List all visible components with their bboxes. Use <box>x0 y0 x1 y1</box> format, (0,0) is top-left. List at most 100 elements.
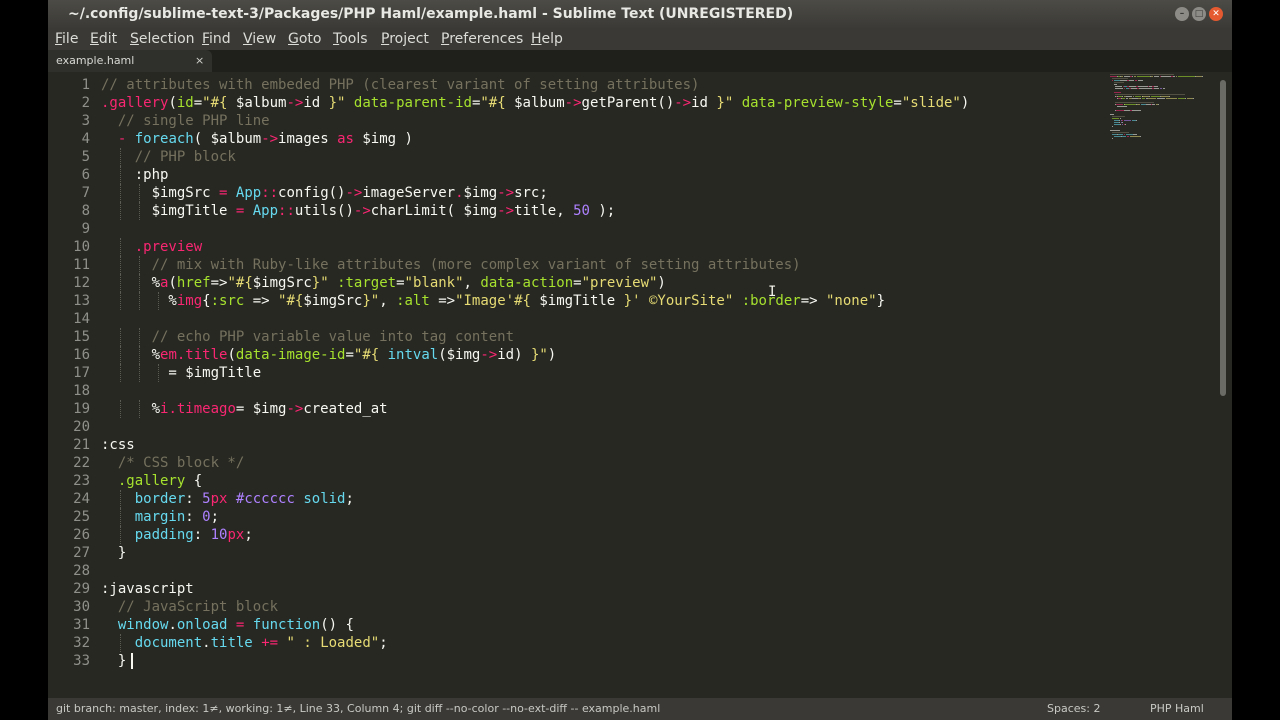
code-line[interactable]: // single PHP line <box>101 112 270 130</box>
menu-bar: File Edit Selection Find View Goto Tools… <box>48 28 1232 50</box>
code-line[interactable]: border: 5px #cccccc solid; <box>101 490 354 508</box>
line-number[interactable]: 29 <box>48 580 90 598</box>
line-number[interactable]: 4 <box>48 130 90 148</box>
code-line[interactable]: %em.title(data-image-id="#{ intval($img-… <box>101 346 557 364</box>
code-line[interactable]: // attributes with embeded PHP (clearest… <box>101 76 699 94</box>
code-line[interactable]: = $imgTitle <box>101 364 261 382</box>
line-number[interactable]: 30 <box>48 598 90 616</box>
menu-tools[interactable]: Tools <box>333 28 368 50</box>
code-line[interactable]: $imgSrc = App::config()->imageServer.$im… <box>101 184 548 202</box>
line-number[interactable]: 23 <box>48 472 90 490</box>
line-number[interactable]: 12 <box>48 274 90 292</box>
indent-guide <box>157 364 159 382</box>
code-token: :: <box>261 185 279 201</box>
line-number[interactable]: 14 <box>48 310 90 328</box>
title-bar[interactable]: ~/.config/sublime-text-3/Packages/PHP Ha… <box>48 0 1232 28</box>
line-number[interactable]: 32 <box>48 634 90 652</box>
code-line[interactable]: document.title += " : Loaded"; <box>101 634 388 652</box>
code-line[interactable]: :javascript <box>101 580 194 598</box>
menu-edit[interactable]: Edit <box>90 28 117 50</box>
code-line[interactable]: .gallery(id="#{ $album->id }" data-paren… <box>101 94 969 112</box>
line-number[interactable]: 13 <box>48 292 90 310</box>
menu-view[interactable]: View <box>243 28 276 50</box>
line-number[interactable]: 25 <box>48 508 90 526</box>
code-line[interactable]: padding: 10px; <box>101 526 253 544</box>
line-number[interactable]: 21 <box>48 436 90 454</box>
code-token: $imgSrc <box>252 275 312 291</box>
code-token: charLimit( $img <box>370 203 498 219</box>
minimap-line <box>1128 80 1135 81</box>
code-line[interactable]: /* CSS block */ <box>101 454 244 472</box>
line-number[interactable]: 27 <box>48 544 90 562</box>
code-token: .gallery <box>101 95 169 111</box>
minimap-line <box>1111 132 1129 133</box>
tab-example-haml[interactable]: example.haml × <box>48 50 212 72</box>
line-number[interactable]: 22 <box>48 454 90 472</box>
code-token: id <box>691 95 717 111</box>
minimize-button[interactable]: – <box>1175 7 1189 21</box>
code-line[interactable]: } <box>101 652 126 670</box>
minimap-line <box>1131 110 1141 111</box>
code-line[interactable]: .gallery { <box>101 472 202 490</box>
line-number[interactable]: 9 <box>48 220 90 238</box>
code-token: foreach <box>134 131 194 147</box>
status-indentation[interactable]: Spaces: 2 <box>1047 698 1100 720</box>
line-number[interactable]: 15 <box>48 328 90 346</box>
line-number[interactable]: 18 <box>48 382 90 400</box>
code-token: }' ©YourSite" <box>623 293 734 309</box>
maximize-button[interactable]: □ <box>1192 7 1206 21</box>
menu-help[interactable]: Help <box>531 28 563 50</box>
code-line[interactable]: window.onload = function() { <box>101 616 354 634</box>
line-number[interactable]: 20 <box>48 418 90 436</box>
code-line[interactable]: %i.timeago= $img->created_at <box>101 400 388 418</box>
line-number[interactable]: 6 <box>48 166 90 184</box>
code-line[interactable]: $imgTitle = App::utils()->charLimit( $im… <box>101 202 616 220</box>
line-number[interactable]: 5 <box>48 148 90 166</box>
menu-goto[interactable]: Goto <box>288 28 321 50</box>
line-number[interactable]: 8 <box>48 202 90 220</box>
code-line[interactable]: %a(href=>"#{$imgSrc}" :target="blank", d… <box>101 274 666 292</box>
tab-label: example.haml <box>56 54 135 67</box>
minimap-line <box>1110 74 1174 75</box>
tab-close-icon[interactable]: × <box>195 50 204 72</box>
code-line[interactable]: :php <box>101 166 169 184</box>
code-line[interactable]: // PHP block <box>101 148 236 166</box>
code-editor[interactable]: // attributes with embeded PHP (clearest… <box>101 76 1141 696</box>
menu-find[interactable]: Find <box>202 28 231 50</box>
line-number[interactable]: 16 <box>48 346 90 364</box>
code-line[interactable]: .preview <box>101 238 202 256</box>
code-token: { <box>185 473 203 489</box>
line-number[interactable]: 2 <box>48 94 90 112</box>
line-number[interactable]: 26 <box>48 526 90 544</box>
status-syntax[interactable]: PHP Haml <box>1150 698 1204 720</box>
line-number[interactable]: 7 <box>48 184 90 202</box>
code-line[interactable]: } <box>101 544 126 562</box>
code-line[interactable]: // JavaScript block <box>101 598 278 616</box>
line-number[interactable]: 17 <box>48 364 90 382</box>
close-button[interactable]: ✕ <box>1209 7 1223 21</box>
code-token: => <box>800 293 826 309</box>
code-line[interactable]: - foreach( $album->images as $img ) <box>101 130 413 148</box>
code-line[interactable]: // echo PHP variable value into tag cont… <box>101 328 514 346</box>
line-number-gutter[interactable]: 1 2 3 4 5 6 7 8 9 10 11 12 13 14 15 16 17 18 19 20 21 22 23 24 2… <box>48 76 90 696</box>
line-number[interactable]: 31 <box>48 616 90 634</box>
line-number[interactable]: 10 <box>48 238 90 256</box>
line-number[interactable]: 19 <box>48 400 90 418</box>
line-number[interactable]: 24 <box>48 490 90 508</box>
menu-preferences[interactable]: Preferences <box>441 28 523 50</box>
minimap-line <box>1111 138 1113 139</box>
line-number[interactable]: 3 <box>48 112 90 130</box>
menu-selection[interactable]: Selection <box>130 28 195 50</box>
code-line[interactable]: // mix with Ruby-like attributes (more c… <box>101 256 801 274</box>
minimap[interactable] <box>1110 74 1220 154</box>
line-number[interactable]: 11 <box>48 256 90 274</box>
code-line[interactable]: :css <box>101 436 135 454</box>
code-token: :: <box>278 203 295 219</box>
line-number[interactable]: 28 <box>48 562 90 580</box>
line-number[interactable]: 33 <box>48 652 90 670</box>
menu-project[interactable]: Project <box>381 28 429 50</box>
menu-file[interactable]: File <box>55 28 78 50</box>
vertical-scrollbar[interactable] <box>1220 80 1226 396</box>
line-number[interactable]: 1 <box>48 76 90 94</box>
